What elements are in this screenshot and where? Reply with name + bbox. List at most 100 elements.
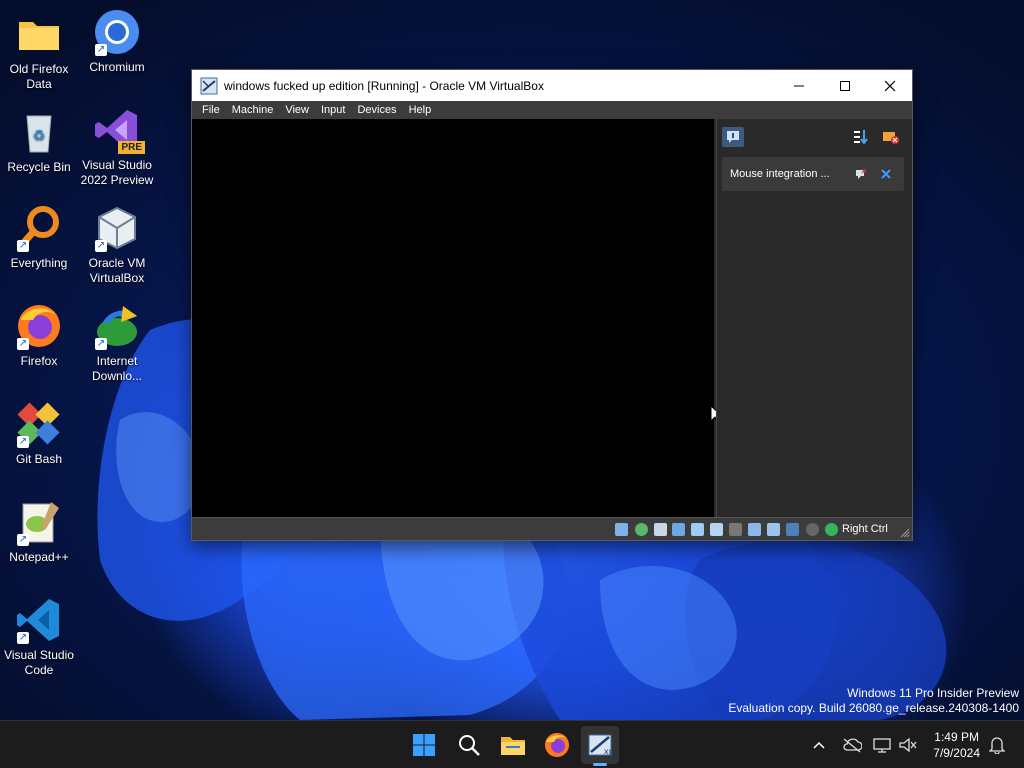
desktop-icon-label: Old Firefox Data [9,62,69,91]
display-icon[interactable] [748,523,761,536]
clock-time: 1:49 PM [934,730,979,744]
menu-file[interactable]: File [196,104,226,116]
shared-folders-icon[interactable] [729,523,742,536]
desktop-icon-oracle-vm-virtualbox[interactable]: ↗ Oracle VM VirtualBox [78,204,156,286]
desktop-icon-visual-studio-code[interactable]: ↗ Visual Studio Code [0,596,78,678]
shortcut-arrow-icon: ↗ [17,240,29,252]
speaker-muted-icon [899,737,917,753]
shortcut-arrow-icon: ↗ [17,338,29,350]
window-titlebar[interactable]: windows fucked up edition [Running] - Or… [192,70,912,101]
windows-watermark: Windows 11 Pro Insider Preview Evaluatio… [728,686,1019,716]
desktop-icon-everything[interactable]: ↗ Everything [0,204,78,271]
cloud-offline-icon [843,738,862,753]
menu-help[interactable]: Help [403,104,438,116]
window-title: windows fucked up edition [Running] - Or… [224,78,544,93]
chevron-up-icon [813,741,825,749]
clear-notifications-button[interactable] [881,128,901,146]
notifications-button[interactable] [982,726,1012,764]
menu-machine[interactable]: Machine [226,104,280,116]
keyboard-capture-icon[interactable] [825,523,838,536]
virtualbox-vm-icon: xp [588,734,613,756]
network-icon[interactable] [691,523,704,536]
shortcut-arrow-icon: ↗ [17,436,29,448]
shortcut-arrow-icon: ↗ [17,632,29,644]
svg-text:♻: ♻ [33,128,46,144]
preview-badge: PRE [118,141,145,154]
desktop-icon-notepad-plus-plus[interactable]: ↗ Notepad++ [0,498,78,565]
menu-bar: File Machine View Input Devices Help [192,101,912,119]
folder-icon [15,10,63,58]
search-button[interactable] [450,726,488,764]
system-clock[interactable]: 1:49 PM 7/9/2024 [933,729,980,761]
virtualbox-window[interactable]: windows fucked up edition [Running] - Or… [191,69,913,541]
minimize-icon [794,85,804,86]
show-hidden-icons-button[interactable] [802,726,836,764]
firefox-taskbar-button[interactable] [538,726,576,764]
vscode-icon: ↗ [15,596,63,644]
minimize-button[interactable] [776,70,822,101]
watermark-build: Evaluation copy. Build 26080.ge_release.… [728,701,1019,715]
desktop-icon-git-bash[interactable]: ↗ Git Bash [0,400,78,467]
svg-text:xp: xp [604,747,613,756]
volume-button[interactable] [893,726,923,764]
desktop-icon-recycle-bin[interactable]: ♻ Recycle Bin [0,108,78,175]
virtualization-icon[interactable] [786,523,799,536]
hard-disk-icon[interactable] [615,523,628,536]
resize-grip-icon[interactable] [900,528,910,538]
desktop-icon-label: Chromium [89,60,145,74]
windows-logo-icon [413,734,435,756]
shortcut-arrow-icon: ↗ [95,338,107,350]
optical-drive-icon[interactable] [635,523,648,536]
menu-view[interactable]: View [279,104,315,116]
notification-center-button[interactable] [722,127,744,147]
recycle-bin-icon: ♻ [15,108,63,156]
desktop-icon-chromium[interactable]: ↗ Chromium [78,8,156,75]
menu-input[interactable]: Input [315,104,351,116]
close-notification-icon[interactable] [880,168,892,180]
floppy-icon[interactable] [654,523,667,536]
recording-icon[interactable] [767,523,780,536]
notification-panel: Mouse integration ... [716,119,912,517]
shortcut-arrow-icon: ↗ [17,534,29,546]
notepad-plus-plus-icon: ↗ [15,498,63,546]
search-icon [459,735,480,756]
audio-icon[interactable] [672,523,685,536]
dont-show-again-icon[interactable] [855,168,867,180]
visual-studio-icon: PRE [93,106,145,154]
menu-devices[interactable]: Devices [351,104,402,116]
bell-icon [989,737,1005,754]
sort-notifications-button[interactable] [852,128,870,146]
git-bash-icon: ↗ [15,400,63,448]
start-button[interactable] [405,726,443,764]
firefox-icon [545,733,569,757]
desktop-icon-label: Visual Studio 2022 Preview [80,158,154,187]
desktop-icon-firefox[interactable]: ↗ Firefox [0,302,78,369]
notification-item[interactable]: Mouse integration ... [722,157,904,191]
desktop-icon-label: Everything [10,256,68,270]
shortcut-arrow-icon: ↗ [95,44,107,56]
message-icon [727,131,739,143]
desktop-icon-label: Visual Studio Code [4,648,74,677]
network-icon [873,738,891,753]
chromium-icon: ↗ [93,8,141,56]
desktop-icon-internet-download-manager[interactable]: ↗ Internet Downlo... [78,302,156,384]
mouse-integration-icon[interactable] [806,523,819,536]
notification-text: Mouse integration ... [730,168,830,180]
desktop-icon-old-firefox-data[interactable]: Old Firefox Data [0,10,78,92]
vm-display[interactable] [192,119,724,517]
maximize-button[interactable] [822,70,868,101]
close-button[interactable] [867,70,913,101]
status-bar: Right Ctrl [192,517,912,540]
desktop-icon-label: Recycle Bin [7,160,71,174]
desktop-icon-visual-studio-2022-preview[interactable]: PRE Visual Studio 2022 Preview [78,106,156,188]
desktop-icon-label: Git Bash [15,452,63,466]
virtualbox-taskbar-button[interactable]: xp [581,726,619,766]
maximize-icon [840,80,850,91]
clear-all-icon [883,132,899,144]
host-key-label: Right Ctrl [842,523,888,535]
cloud-sync-button[interactable] [836,726,868,764]
desktop-icon-label: Oracle VM VirtualBox [88,256,146,285]
usb-icon[interactable] [710,523,723,536]
active-indicator [593,763,607,766]
file-explorer-button[interactable] [494,726,532,764]
